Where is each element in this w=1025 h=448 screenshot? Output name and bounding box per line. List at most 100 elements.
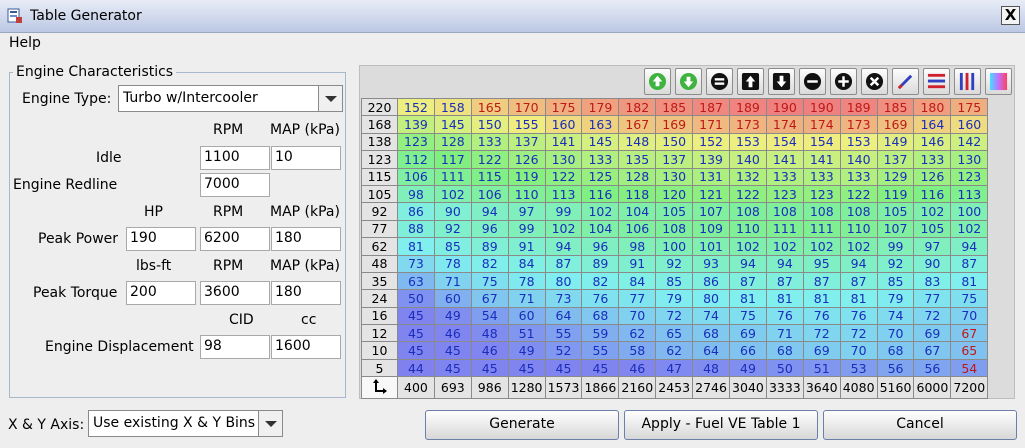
table-cell[interactable]: 62 [618,324,657,343]
table-cell[interactable]: 71 [765,324,804,343]
table-cell[interactable]: 130 [544,150,583,169]
table-cell[interactable]: 50 [765,358,804,378]
table-cell[interactable]: 108 [729,202,767,221]
table-cell[interactable]: 54 [950,358,989,378]
table-cell[interactable]: 89 [470,237,509,256]
table-cell[interactable]: 108 [839,202,878,221]
color-gradient-icon[interactable] [985,68,1012,95]
table-cell[interactable]: 185 [655,97,694,117]
table-cell[interactable]: 115 [470,167,509,186]
table-cell[interactable]: 190 [802,97,841,117]
table-cell[interactable]: 45 [397,324,435,343]
x-bin-cell[interactable]: 3333 [765,376,804,400]
table-cell[interactable]: 95 [802,254,841,273]
table-cell[interactable]: 122 [470,150,509,169]
idle-map-field[interactable]: 10 [271,146,341,170]
table-cell[interactable]: 117 [433,150,472,169]
table-cell[interactable]: 142 [950,132,989,152]
table-cell[interactable]: 52 [544,341,583,360]
table-cell[interactable]: 126 [507,150,546,169]
table-cell[interactable]: 50 [397,289,435,308]
table-cell[interactable]: 128 [433,132,472,152]
table-cell[interactable]: 102 [729,237,767,256]
table-cell[interactable]: 131 [692,167,731,186]
table-cell[interactable]: 100 [950,202,989,221]
table-cell[interactable]: 69 [802,341,841,360]
table-cell[interactable]: 141 [544,132,583,152]
table-cell[interactable]: 105 [655,202,694,221]
y-bin-cell[interactable]: 138 [361,132,398,152]
table-cell[interactable]: 149 [876,132,915,152]
table-cell[interactable]: 96 [581,237,620,256]
y-bin-cell[interactable]: 123 [361,150,398,169]
table-cell[interactable]: 102 [544,219,583,239]
table-cell[interactable]: 53 [839,358,878,378]
table-cell[interactable]: 51 [802,358,841,378]
x-bin-cell[interactable]: 1280 [507,376,546,400]
x-bin-cell[interactable]: 3640 [802,376,841,400]
table-cell[interactable]: 65 [950,341,989,360]
table-cell[interactable]: 158 [433,97,472,117]
table-cell[interactable]: 105 [876,202,915,221]
table-cell[interactable]: 85 [876,271,915,291]
table-cell[interactable]: 69 [913,324,952,343]
table-cell[interactable]: 123 [397,132,435,152]
table-cell[interactable]: 173 [839,115,878,134]
table-cell[interactable]: 165 [470,97,509,117]
power-map-field[interactable]: 180 [271,227,341,251]
table-cell[interactable]: 64 [544,306,583,326]
pen-icon[interactable] [892,68,919,95]
generate-button[interactable]: Generate [425,410,619,440]
table-cell[interactable]: 99 [544,202,583,221]
table-cell[interactable]: 90 [913,254,952,273]
table-cell[interactable]: 45 [544,358,583,378]
table-cell[interactable]: 94 [950,237,989,256]
table-cell[interactable]: 85 [433,237,472,256]
table-cell[interactable]: 169 [655,115,694,134]
table-cell[interactable]: 173 [729,115,767,134]
table-cell[interactable]: 108 [802,202,841,221]
table-cell[interactable]: 67 [913,341,952,360]
table-cell[interactable]: 81 [765,289,804,308]
table-cell[interactable]: 76 [765,306,804,326]
table-cell[interactable]: 179 [581,97,620,117]
table-cell[interactable]: 133 [470,132,509,152]
y-bin-cell[interactable]: 24 [361,289,398,308]
table-cell[interactable]: 106 [470,184,509,204]
table-cell[interactable]: 160 [950,115,989,134]
table-cell[interactable]: 125 [581,167,620,186]
table-cell[interactable]: 96 [470,219,509,239]
table-cell[interactable]: 109 [692,219,731,239]
table-cell[interactable]: 163 [581,115,620,134]
table-cell[interactable]: 129 [876,167,915,186]
y-bin-cell[interactable]: 220 [361,97,398,117]
engine-type-select[interactable]: Turbo w/Intercooler [118,85,343,112]
table-cell[interactable]: 73 [397,254,435,273]
table-cell[interactable]: 111 [765,219,804,239]
table-cell[interactable]: 145 [581,132,620,152]
x-bin-cell[interactable]: 3040 [729,376,767,400]
x-bin-cell[interactable]: 693 [433,376,472,400]
table-cell[interactable]: 133 [839,167,878,186]
table-cell[interactable]: 76 [581,289,620,308]
table-cell[interactable]: 56 [913,358,952,378]
table-cell[interactable]: 121 [692,184,731,204]
table-cell[interactable]: 75 [950,289,989,308]
table-cell[interactable]: 72 [839,324,878,343]
table-cell[interactable]: 86 [397,202,435,221]
table-cell[interactable]: 81 [950,271,989,291]
x-bin-cell[interactable]: 1866 [581,376,620,400]
multiply-icon[interactable] [861,68,888,95]
table-cell[interactable]: 152 [397,97,435,117]
table-cell[interactable]: 54 [470,306,509,326]
table-cell[interactable]: 49 [433,306,472,326]
table-cell[interactable]: 146 [913,132,952,152]
table-cell[interactable]: 137 [507,132,546,152]
table-cell[interactable]: 70 [618,306,657,326]
column-lines-icon[interactable] [954,68,981,95]
table-cell[interactable]: 169 [876,115,915,134]
table-cell[interactable]: 71 [433,271,472,291]
y-bin-cell[interactable]: 35 [361,271,398,291]
table-cell[interactable]: 77 [618,289,657,308]
table-cell[interactable]: 45 [470,358,509,378]
